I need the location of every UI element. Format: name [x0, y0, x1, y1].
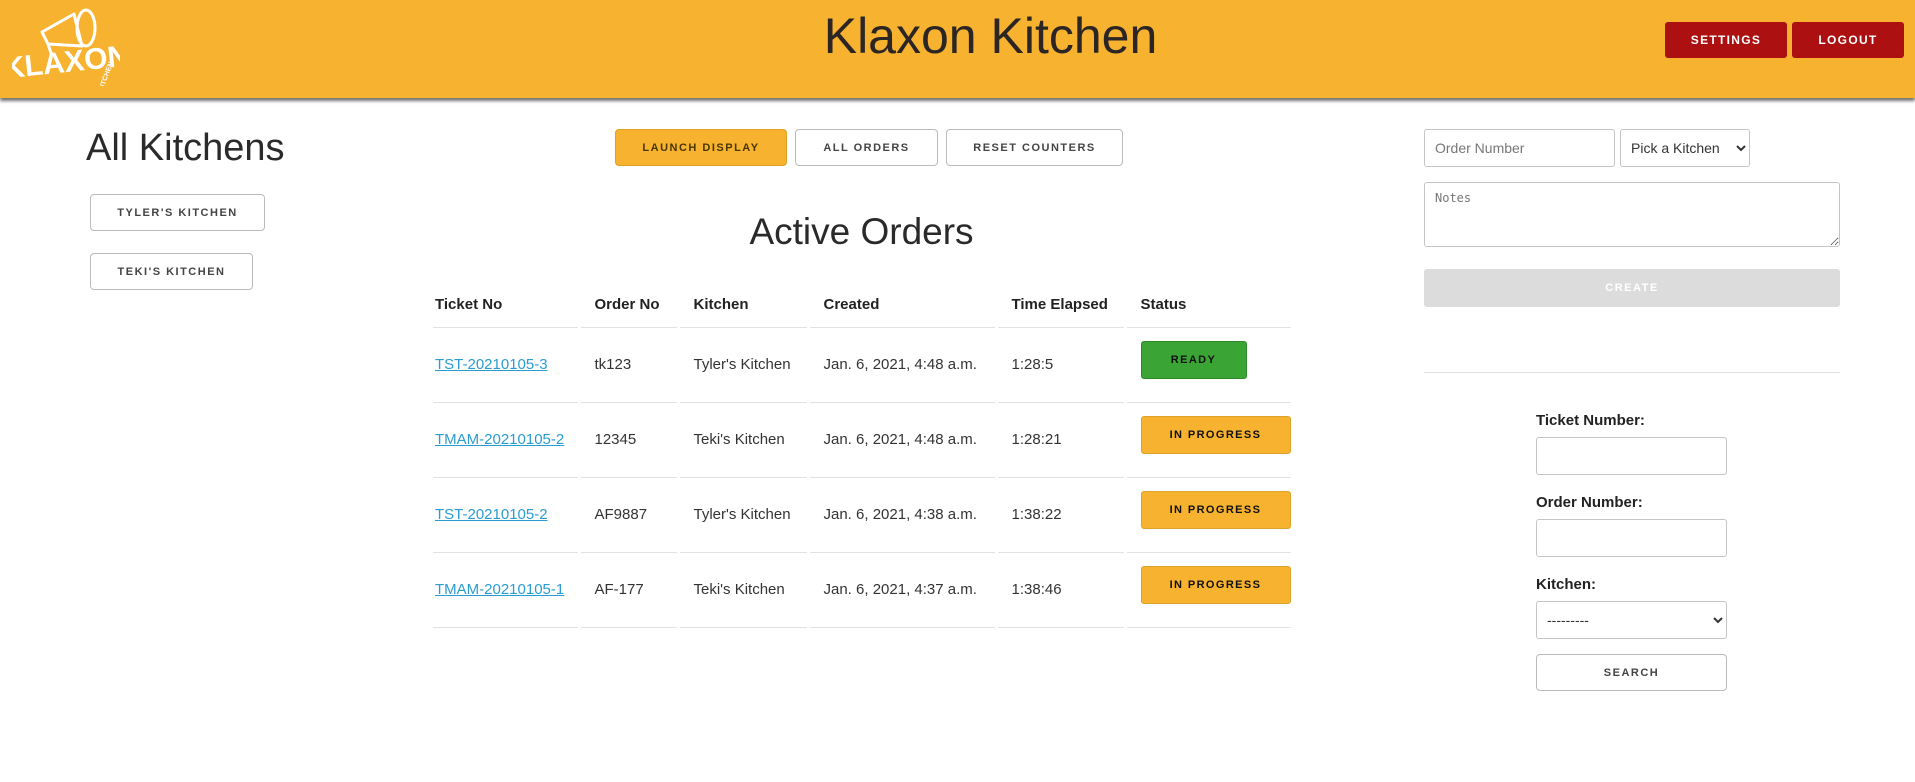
- orders-table: Ticket No Order No Kitchen Created Time …: [433, 282, 1291, 628]
- table-row: TST-20210105-3 tk123 Tyler's Kitchen Jan…: [433, 327, 1291, 403]
- column-header: Time Elapsed: [994, 282, 1125, 328]
- order-number-input[interactable]: [1424, 129, 1615, 167]
- table-row: TMAM-20210105-2 12345 Teki's Kitchen Jan…: [433, 402, 1291, 478]
- created-time: Jan. 6, 2021, 4:48 a.m.: [806, 327, 996, 403]
- order-number-label: Order Number:: [1536, 494, 1643, 511]
- reset-counters-button[interactable]: RESET COUNTERS: [946, 129, 1123, 166]
- created-time: Jan. 6, 2021, 4:38 a.m.: [806, 477, 996, 553]
- time-elapsed: 1:28:21: [994, 402, 1125, 478]
- table-header-row: Ticket No Order No Kitchen Created Time …: [433, 282, 1291, 328]
- launch-display-button[interactable]: LAUNCH DISPLAY: [615, 129, 787, 166]
- search-order-number-input[interactable]: [1536, 519, 1727, 557]
- column-header: Kitchen: [676, 282, 808, 328]
- ticket-link[interactable]: TMAM-20210105-1: [435, 581, 564, 598]
- all-kitchens-heading: All Kitchens: [86, 127, 285, 169]
- order-number: tk123: [577, 327, 678, 403]
- ticket-link[interactable]: TMAM-20210105-2: [435, 431, 564, 448]
- order-number: AF-177: [577, 552, 678, 628]
- column-header: Created: [806, 282, 996, 328]
- table-row: TST-20210105-2 AF9887 Tyler's Kitchen Ja…: [433, 477, 1291, 553]
- ticket-link[interactable]: TST-20210105-2: [435, 506, 548, 523]
- notes-textarea[interactable]: [1424, 182, 1840, 247]
- created-time: Jan. 6, 2021, 4:48 a.m.: [806, 402, 996, 478]
- column-header: Ticket No: [433, 282, 579, 328]
- search-button[interactable]: SEARCH: [1536, 654, 1727, 691]
- column-header: Order No: [577, 282, 678, 328]
- kitchen-label: Kitchen:: [1536, 576, 1596, 593]
- settings-button[interactable]: SETTINGS: [1665, 22, 1787, 58]
- created-time: Jan. 6, 2021, 4:37 a.m.: [806, 552, 996, 628]
- ticket-number-input[interactable]: [1536, 437, 1727, 475]
- all-orders-button[interactable]: ALL ORDERS: [795, 129, 938, 166]
- column-header: Status: [1123, 282, 1291, 328]
- ticket-number-label: Ticket Number:: [1536, 412, 1645, 429]
- kitchen-name: Tyler's Kitchen: [676, 477, 808, 553]
- time-elapsed: 1:38:22: [994, 477, 1125, 553]
- order-number: 12345: [577, 402, 678, 478]
- table-row: TMAM-20210105-1 AF-177 Teki's Kitchen Ja…: [433, 552, 1291, 628]
- app-header: KLAXON KITCHEN Klaxon Kitchen SETTINGS L…: [0, 0, 1915, 98]
- form-divider: [1424, 372, 1840, 373]
- kitchen-select[interactable]: Pick a Kitchen: [1620, 129, 1750, 167]
- time-elapsed: 1:38:46: [994, 552, 1125, 628]
- kitchen-name: Tyler's Kitchen: [676, 327, 808, 403]
- status-button[interactable]: IN PROGRESS: [1140, 415, 1291, 454]
- logout-button[interactable]: LOGOUT: [1792, 22, 1904, 58]
- ticket-link[interactable]: TST-20210105-3: [435, 356, 548, 373]
- status-button[interactable]: READY: [1140, 340, 1247, 379]
- status-button[interactable]: IN PROGRESS: [1140, 565, 1291, 604]
- search-kitchen-select[interactable]: ---------: [1536, 601, 1727, 639]
- order-number: AF9887: [577, 477, 678, 553]
- kitchen-name: Teki's Kitchen: [676, 402, 808, 478]
- status-button[interactable]: IN PROGRESS: [1140, 490, 1291, 529]
- kitchen-button-tekis[interactable]: TEKI'S KITCHEN: [90, 253, 253, 290]
- create-button[interactable]: CREATE: [1424, 269, 1840, 307]
- time-elapsed: 1:28:5: [994, 327, 1125, 403]
- app-title: Klaxon Kitchen: [823, 8, 1158, 64]
- kitchen-name: Teki's Kitchen: [676, 552, 808, 628]
